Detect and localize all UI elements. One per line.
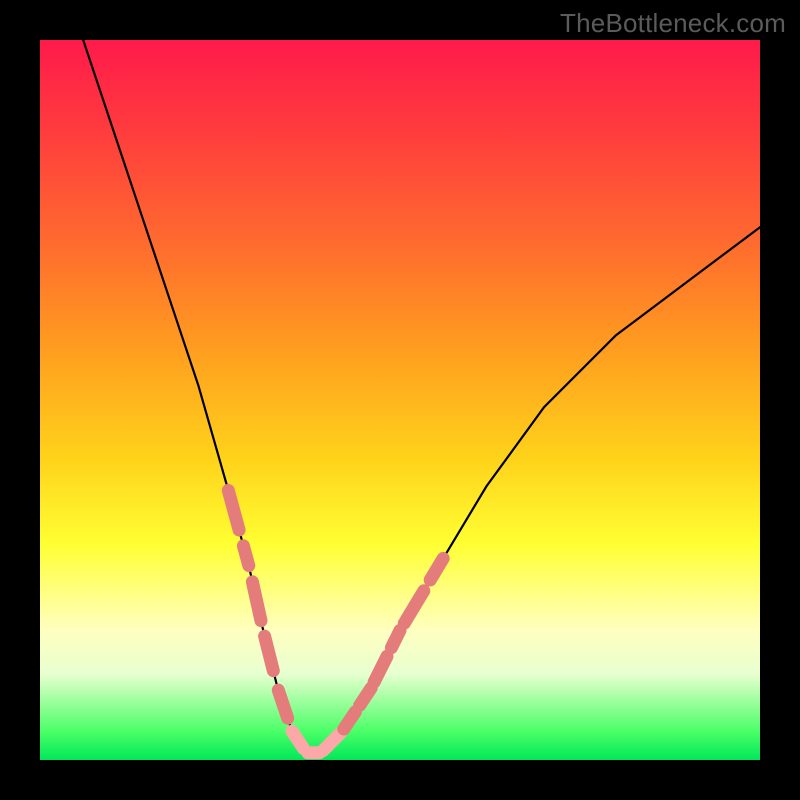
watermark-text: TheBottleneck.com bbox=[560, 8, 786, 39]
plot-area bbox=[40, 40, 760, 760]
highlight-dashes-right bbox=[344, 558, 443, 729]
chart-frame: TheBottleneck.com bbox=[0, 0, 800, 800]
highlight-dashes-left bbox=[228, 490, 287, 718]
curve-layer bbox=[40, 40, 760, 760]
highlight-dashes-bottom bbox=[292, 731, 340, 753]
bottleneck-curve bbox=[83, 40, 760, 753]
